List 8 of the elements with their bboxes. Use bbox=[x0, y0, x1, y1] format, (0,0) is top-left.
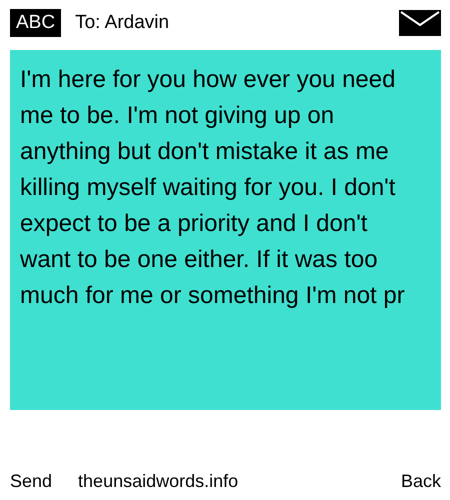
keyboard-mode-label[interactable]: ABC bbox=[10, 9, 62, 37]
recipient-label: To: Ardavin bbox=[75, 12, 170, 34]
envelope-icon[interactable] bbox=[399, 10, 441, 36]
message-area[interactable] bbox=[10, 50, 441, 410]
send-link[interactable]: Send bbox=[10, 471, 52, 492]
message-text: I'm here for you how ever you need me to be. I'm not giving up on anything but don't mistake it as me killing myself waiting for you. I don't expect to be a priority and I don't want to be one either. If it was too much for me or something I'm not pr bbox=[20, 65, 406, 311]
website-label: theunsaidwords.info bbox=[78, 471, 240, 492]
back-link[interactable]: Back bbox=[400, 471, 441, 492]
